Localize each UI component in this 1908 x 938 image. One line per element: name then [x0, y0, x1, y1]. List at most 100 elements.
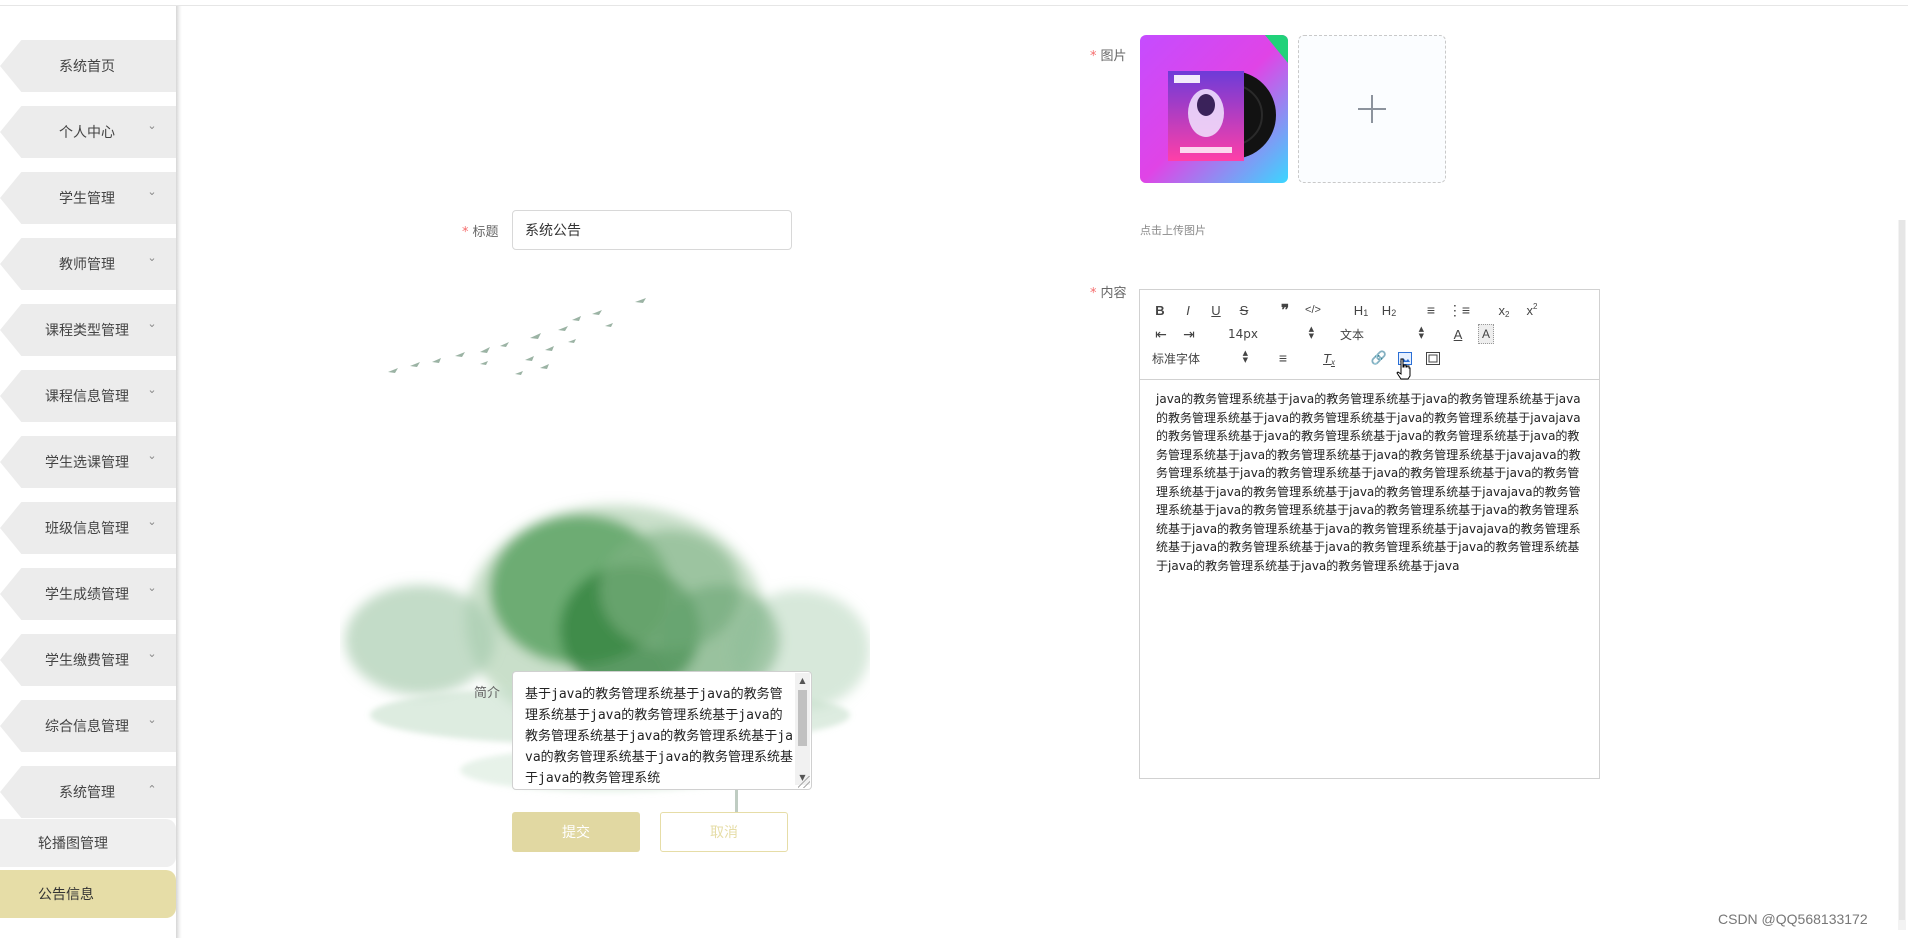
hand-cursor-icon	[1396, 358, 1411, 380]
sidebar-item-system[interactable]: 系统管理 ⌃	[0, 766, 178, 818]
plus-icon	[1358, 95, 1386, 123]
resize-grip-icon[interactable]	[798, 776, 810, 788]
top-bar	[0, 0, 1908, 6]
watermark: CSDN @QQ568133172	[1718, 911, 1868, 927]
uploaded-image-thumbnail[interactable]	[1140, 35, 1288, 183]
title-input[interactable]: 系统公告	[512, 210, 792, 250]
textarea-scrollbar[interactable]: ▲ ▼	[795, 673, 810, 785]
font-family-value: 标准字体	[1152, 351, 1201, 366]
chevron-down-icon: ⌄	[147, 713, 157, 726]
sidebar-item-label: 系统首页	[59, 59, 115, 75]
sidebar-item-label: 公告信息	[38, 887, 94, 903]
indent-icon[interactable]: ⇥	[1180, 324, 1198, 344]
sidebar-item-label: 系统管理	[59, 785, 115, 801]
summary-label: 简介	[474, 686, 501, 701]
align-icon[interactable]: ≡	[1274, 348, 1292, 368]
sidebar-subitem-notices[interactable]: 公告信息	[0, 870, 176, 918]
font-color-icon[interactable]: A	[1450, 324, 1466, 344]
summary-textarea[interactable]: 基于java的教务管理系统基于java的教务管理系统基于java的教务管理系统基…	[512, 671, 812, 790]
underline-icon[interactable]: U	[1208, 300, 1224, 320]
album-cover-image	[1140, 35, 1288, 183]
sidebar-item-label: 课程类型管理	[45, 323, 129, 339]
sidebar-divider	[176, 6, 182, 938]
outdent-icon[interactable]: ⇤	[1152, 324, 1170, 344]
sidebar-item-profile[interactable]: 个人中心 ⌄	[0, 106, 178, 158]
editor-toolbar: B I U S ❞ </> H1 H2 ≡ ⋮≡ x2 x2 ⇤ ⇥ 14px …	[1140, 290, 1599, 380]
font-size-select[interactable]: 14px ▲ ▼	[1228, 324, 1314, 344]
clear-format-icon[interactable]: Tx	[1320, 348, 1338, 368]
chevron-down-icon: ⌄	[147, 581, 157, 594]
page-scroll-thumb[interactable]	[1899, 220, 1905, 920]
sidebar-item-label: 个人中心	[59, 125, 115, 141]
select-arrows-icon: ▲ ▼	[1242, 349, 1248, 364]
rich-text-editor: B I U S ❞ </> H1 H2 ≡ ⋮≡ x2 x2 ⇤ ⇥ 14px …	[1139, 289, 1600, 779]
header-select-value: 文本	[1340, 327, 1365, 342]
sidebar-item-label: 课程信息管理	[45, 389, 129, 405]
select-arrows-icon: ▲ ▼	[1308, 325, 1314, 340]
sidebar-item-label: 学生管理	[59, 191, 115, 207]
superscript-icon[interactable]: x2	[1522, 300, 1542, 320]
content-label-text: 内容	[1100, 286, 1127, 301]
strikethrough-icon[interactable]: S	[1236, 300, 1252, 320]
header-select[interactable]: 文本 ▲ ▼	[1340, 324, 1424, 344]
sidebar-item-course-info[interactable]: 课程信息管理 ⌄	[0, 370, 178, 422]
sidebar-item-label: 班级信息管理	[45, 521, 129, 537]
cancel-button[interactable]: 取消	[660, 812, 788, 852]
image-label-text: 图片	[1100, 49, 1127, 64]
sidebar-item-label: 学生选课管理	[45, 455, 129, 471]
select-arrows-icon: ▲ ▼	[1418, 325, 1424, 340]
image-label: * 图片	[1090, 45, 1127, 64]
bold-icon[interactable]: B	[1152, 300, 1168, 320]
sidebar-item-general-info[interactable]: 综合信息管理 ⌄	[0, 700, 178, 752]
video-icon[interactable]	[1424, 348, 1442, 368]
upload-add-button[interactable]	[1298, 35, 1446, 183]
title-label: * 标题	[462, 221, 499, 240]
sidebar-item-label: 学生缴费管理	[45, 653, 129, 669]
heading-2-icon[interactable]: H2	[1378, 300, 1400, 320]
font-family-select[interactable]: 标准字体 ▲ ▼	[1152, 348, 1248, 368]
font-size-value: 14px	[1228, 327, 1258, 341]
sidebar-item-students[interactable]: 学生管理 ⌄	[0, 172, 178, 224]
sidebar-item-grades[interactable]: 学生成绩管理 ⌄	[0, 568, 178, 620]
sidebar-item-label: 轮播图管理	[38, 836, 108, 852]
sidebar-item-course-types[interactable]: 课程类型管理 ⌄	[0, 304, 178, 356]
sidebar-subitem-carousel[interactable]: 轮播图管理	[0, 819, 176, 867]
chevron-down-icon: ⌄	[147, 647, 157, 660]
sidebar-item-class-info[interactable]: 班级信息管理 ⌄	[0, 502, 178, 554]
chevron-down-icon: ⌄	[147, 251, 157, 264]
chevron-down-icon: ⌄	[147, 515, 157, 528]
sidebar-item-label: 学生成绩管理	[45, 587, 129, 603]
required-mark: *	[462, 225, 469, 240]
sidebar-item-label: 综合信息管理	[45, 719, 129, 735]
summary-text: 基于java的教务管理系统基于java的教务管理系统基于java的教务管理系统基…	[525, 687, 793, 786]
chevron-down-icon: ⌄	[147, 185, 157, 198]
chevron-down-icon: ⌄	[147, 383, 157, 396]
italic-icon[interactable]: I	[1180, 300, 1196, 320]
background-color-icon[interactable]: A	[1478, 324, 1494, 344]
subscript-icon[interactable]: x2	[1494, 300, 1514, 320]
submit-button[interactable]: 提交	[512, 812, 640, 852]
sidebar-item-label: 教师管理	[59, 257, 115, 273]
sidebar-item-teachers[interactable]: 教师管理 ⌄	[0, 238, 178, 290]
upload-hint: 点击上传图片	[1140, 224, 1206, 237]
code-block-icon[interactable]: </>	[1303, 300, 1323, 320]
sidebar-item-home[interactable]: 系统首页	[0, 40, 178, 92]
heading-1-icon[interactable]: H1	[1350, 300, 1372, 320]
sidebar: 系统首页 个人中心 ⌄ 学生管理 ⌄ 教师管理 ⌄ 课程类型管理 ⌄ 课程信息管…	[0, 6, 180, 938]
ordered-list-icon[interactable]: ≡	[1422, 300, 1440, 320]
chevron-down-icon: ⌄	[147, 119, 157, 132]
chevron-down-icon: ⌄	[147, 449, 157, 462]
sidebar-item-course-selection[interactable]: 学生选课管理 ⌄	[0, 436, 178, 488]
title-label-text: 标题	[472, 225, 499, 240]
scroll-up-icon[interactable]: ▲	[795, 673, 810, 688]
sidebar-item-fees[interactable]: 学生缴费管理 ⌄	[0, 634, 178, 686]
content-label: * 内容	[1090, 282, 1127, 301]
scroll-thumb[interactable]	[798, 690, 807, 746]
chevron-down-icon: ⌄	[147, 317, 157, 330]
editor-content[interactable]: java的教务管理系统基于java的教务管理系统基于java的教务管理系统基于j…	[1156, 390, 1584, 575]
bullet-list-icon[interactable]: ⋮≡	[1448, 300, 1470, 320]
required-mark: *	[1090, 286, 1097, 301]
link-icon[interactable]: 🔗	[1370, 348, 1388, 368]
chevron-up-icon: ⌃	[147, 783, 157, 796]
blockquote-icon[interactable]: ❞	[1276, 300, 1294, 320]
